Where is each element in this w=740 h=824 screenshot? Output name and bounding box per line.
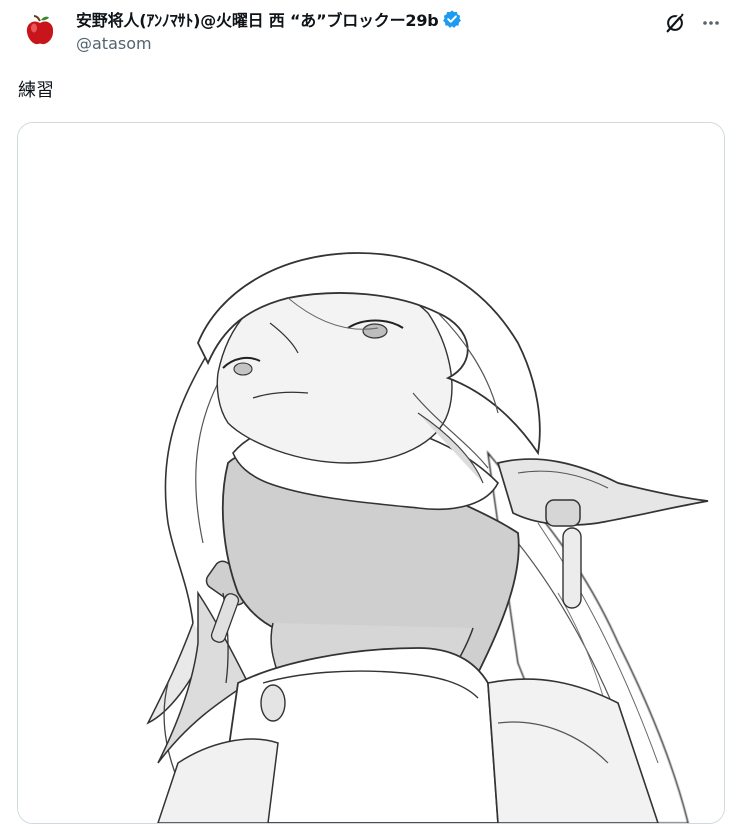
name-row: 安野将人(ｱﾝﾉﾏｻﾄ)@火曜日 西 “あ”ブロックー29b bbox=[76, 8, 636, 30]
tweet-media[interactable] bbox=[17, 122, 725, 824]
author-info: 安野将人(ｱﾝﾉﾏｻﾄ)@火曜日 西 “あ”ブロックー29b @atasom bbox=[76, 8, 636, 54]
handle[interactable]: @atasom bbox=[76, 34, 636, 54]
verified-badge-icon[interactable] bbox=[442, 9, 462, 29]
grok-icon[interactable] bbox=[660, 8, 690, 38]
more-icon[interactable] bbox=[696, 8, 726, 38]
apple-icon bbox=[26, 15, 54, 45]
avatar[interactable] bbox=[20, 10, 60, 50]
display-name[interactable]: 安野将人(ｱﾝﾉﾏｻﾄ)@火曜日 西 “あ”ブロックー29b bbox=[76, 7, 439, 31]
tweet-header: 安野将人(ｱﾝﾉﾏｻﾄ)@火曜日 西 “あ”ブロックー29b @atasom bbox=[0, 0, 740, 66]
header-actions bbox=[660, 8, 726, 38]
sketch-image bbox=[18, 123, 724, 823]
tweet-text: 練習 bbox=[18, 80, 54, 101]
